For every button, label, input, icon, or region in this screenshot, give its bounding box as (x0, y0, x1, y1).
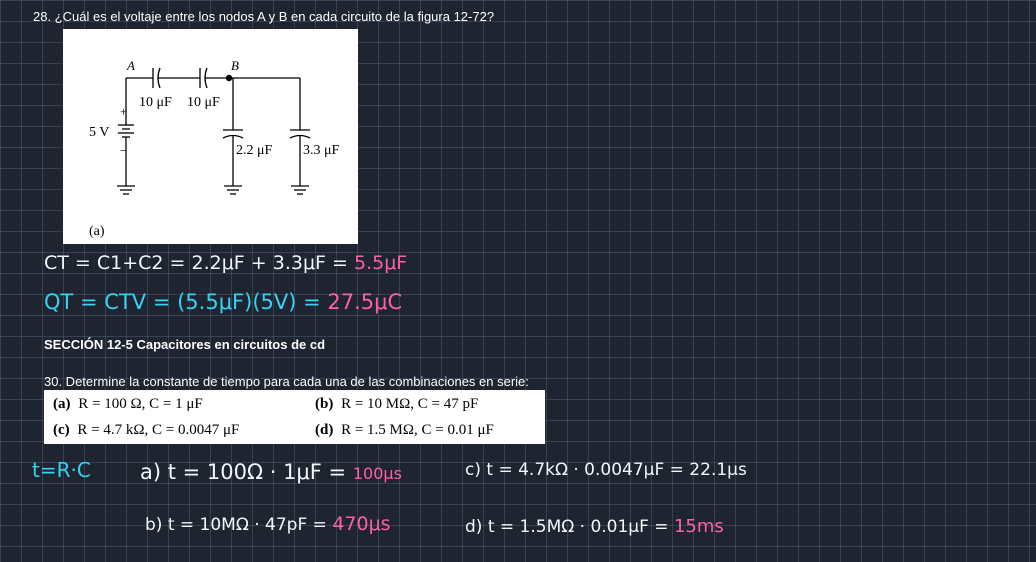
cap1-label: 10 μF (139, 95, 172, 110)
answer-b-result: 470μs (332, 513, 391, 535)
answer-d-result: 15ms (673, 516, 724, 537)
options-panel: (a) R = 100 Ω, C = 1 μF (b) R = 10 MΩ, C… (44, 390, 545, 444)
option-d: (d) R = 1.5 MΩ, C = 0.01 μF (315, 417, 494, 443)
answer-a: a) t = 100Ω · 1μF = 100μs (140, 460, 402, 484)
ct-expression: CT = C1+C2 = 2.2μF + 3.3μF = (44, 252, 348, 274)
problem-28-question: 28. ¿Cuál es el voltaje entre los nodos … (33, 9, 495, 24)
option-label: (d) (315, 421, 334, 438)
source-voltage-label: 5 V (89, 125, 110, 140)
option-expression: R = 1.5 MΩ, C = 0.01 μF (341, 421, 494, 438)
answer-d: d) t = 1.5MΩ · 0.01μF = 15ms (465, 516, 724, 537)
node-b-dot (225, 74, 233, 82)
options-table: (a) R = 100 Ω, C = 1 μF (b) R = 10 MΩ, C… (53, 391, 494, 443)
ct-note: CT = C1+C2 = 2.2μF + 3.3μF = 5.5μF (44, 252, 407, 274)
options-row: (c) R = 4.7 kΩ, C = 0.0047 μF (d) R = 1.… (53, 417, 494, 443)
cap3-label: 2.2 μF (236, 143, 273, 158)
answer-b-expression: b) t = 10MΩ · 47pF = (145, 515, 327, 535)
node-a-label: A (127, 58, 135, 73)
option-c: (c) R = 4.7 kΩ, C = 0.0047 μF (53, 417, 315, 443)
cap4-label: 3.3 μF (303, 143, 340, 158)
option-expression: R = 4.7 kΩ, C = 0.0047 μF (77, 421, 240, 438)
option-expression: R = 100 Ω, C = 1 μF (78, 395, 203, 412)
time-constant-formula: t=R·C (32, 458, 91, 482)
answer-b: b) t = 10MΩ · 47pF = 470μs (145, 513, 391, 535)
ct-result: 5.5μF (353, 252, 408, 274)
answer-c: c) t = 4.7kΩ · 0.0047μF = 22.1μs (465, 460, 747, 480)
qt-result: 27.5μC (327, 290, 403, 314)
cap2-label: 10 μF (187, 95, 220, 110)
answer-d-expression: d) t = 1.5MΩ · 0.01μF = (465, 517, 669, 537)
answer-a-expression: a) t = 100Ω · 1μF = (140, 460, 347, 484)
option-label: (a) (53, 395, 71, 412)
plus-sign: + (120, 104, 128, 119)
option-a: (a) R = 100 Ω, C = 1 μF (53, 391, 315, 417)
option-b: (b) R = 10 MΩ, C = 47 pF (315, 391, 494, 417)
option-label: (c) (53, 421, 70, 438)
option-label: (b) (315, 395, 334, 412)
problem-30-question: 30. Determine la constante de tiempo par… (44, 374, 529, 389)
answer-a-result: 100μs (352, 464, 402, 483)
qt-note: QT = CTV = (5.5μF)(5V) = 27.5μC (44, 290, 402, 314)
figure-part-label: (a) (89, 224, 105, 239)
section-heading: SECCIÓN 12-5 Capacitores en circuitos de… (44, 337, 326, 352)
node-b-label: B (231, 58, 239, 73)
circuit-figure: A B + − 5 V 10 μF 10 μF 2.2 μF 3.3 μF (a… (63, 29, 358, 244)
options-row: (a) R = 100 Ω, C = 1 μF (b) R = 10 MΩ, C… (53, 391, 494, 417)
qt-expression: QT = CTV = (5.5μF)(5V) = (44, 290, 321, 314)
option-expression: R = 10 MΩ, C = 47 pF (341, 395, 479, 412)
minus-sign: − (120, 143, 128, 158)
